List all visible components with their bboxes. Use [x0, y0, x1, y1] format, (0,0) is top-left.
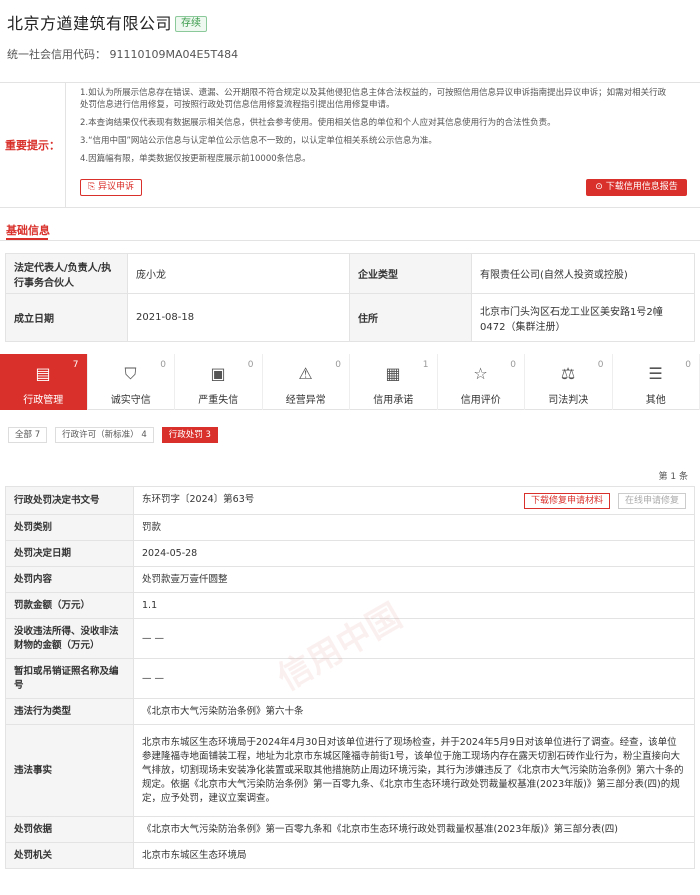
- detail-value: 北京市东城区生态环境局于2024年4月30日对该单位进行了现场检查，并于2024…: [133, 724, 695, 817]
- detail-value: — —: [133, 618, 695, 659]
- detail-value: 《北京市大气污染防治条例》第一百零九条和《北京市生态环境行政处罚裁量权基准(20…: [133, 816, 695, 843]
- detail-key: 没收违法所得、没收非法财物的金额（万元）: [5, 618, 134, 659]
- scale-icon: ⚖: [560, 364, 576, 383]
- tab-count: 0: [510, 360, 516, 370]
- notice-line-2: 2.本查询结果仅代表现有数据展示相关信息，供社会参考使用。使用相关信息的单位和个…: [80, 118, 556, 128]
- detail-value: 《北京市大气污染防治条例》第六十条: [133, 698, 695, 725]
- tab-commitment[interactable]: ▦ 1 信用承诺: [350, 354, 438, 410]
- page: 北京方遒建筑有限公司 存续 统一社会信用代码： 91110109MA04E5T4…: [0, 0, 700, 895]
- detail-key: 违法行为类型: [5, 698, 134, 725]
- detail-value: 东环罚字〔2024〕第63号 下载修复申请材料 在线申请修复: [133, 486, 695, 515]
- detail-key: 处罚内容: [5, 566, 134, 593]
- detail-key: 处罚决定日期: [5, 540, 134, 567]
- tab-count: 1: [422, 360, 429, 370]
- company-name: 北京方遒建筑有限公司: [7, 14, 173, 33]
- tab-count: 0: [160, 360, 166, 370]
- book-icon: ▦: [385, 364, 401, 383]
- tab-label: 经营异常: [285, 395, 326, 406]
- company-type-key: 企业类型: [349, 253, 472, 294]
- appeal-button[interactable]: ⎘ 异议申诉: [80, 179, 142, 196]
- penalty-detail-table: 行政处罚决定书文号 东环罚字〔2024〕第63号 下载修复申请材料 在线申请修复 处罚…: [5, 486, 695, 869]
- tab-serious[interactable]: ▣ 0 严重失信: [175, 354, 263, 410]
- detail-key: 罚款金额（万元）: [5, 592, 134, 619]
- filter-all[interactable]: 全部 7: [8, 427, 48, 443]
- detail-value: 处罚款壹万壹仟圆整: [133, 566, 695, 593]
- notice-title: 重要提示：: [0, 83, 66, 207]
- page-indicator: 第 1 条: [658, 472, 688, 482]
- tab-label: 严重失信: [198, 395, 239, 406]
- doc-number: 东环罚字〔2024〕第63号: [142, 493, 255, 505]
- appeal-icon: ⎘: [87, 182, 99, 192]
- tab-label: 行政管理: [23, 395, 64, 406]
- company-type-value: 有限责任公司(自然人投资或控股): [471, 253, 695, 294]
- tab-label: 其他: [645, 395, 666, 406]
- address-key: 住所: [349, 293, 472, 342]
- notice-line-1a: 1.如认为所展示信息存在错误、遗漏、公开期限不符合规定以及其他侵犯信息主体合法权…: [80, 88, 667, 98]
- detail-key: 处罚依据: [5, 816, 134, 843]
- notice-line-4: 4.因篇幅有限，单类数据仅按更新程度展示前10000条信息。: [80, 154, 311, 164]
- download-report-button[interactable]: ⊙ 下载信用信息报告: [586, 179, 687, 196]
- tab-label: 诚实守信: [110, 395, 151, 406]
- founded-value: 2021-08-18: [127, 293, 350, 342]
- detail-value: 1.1: [133, 592, 695, 619]
- divider: [0, 240, 700, 241]
- list-icon: ☰: [648, 364, 663, 383]
- tab-count: 0: [685, 360, 691, 370]
- alarm-icon: ⚠: [298, 364, 313, 383]
- tab-evaluation[interactable]: ☆ 0 信用评价: [438, 354, 525, 410]
- filter-penalty[interactable]: 行政处罚 3: [161, 427, 218, 443]
- filter-permit[interactable]: 行政许可（新标准） 4: [55, 427, 154, 443]
- tab-label: 信用承诺: [373, 395, 414, 406]
- appeal-label: 异议申诉: [98, 182, 135, 192]
- legal-rep-value: 庞小龙: [127, 253, 350, 294]
- legal-rep-key: 法定代表人/负责人/执行事务合伙人: [5, 253, 128, 294]
- notice-line-3: 3.“信用中国”网站公示信息与认定单位公示信息不一致的，以认定单位相关系统公示信…: [80, 136, 437, 146]
- tab-honesty[interactable]: ⛉ 0 诚实守信: [88, 354, 175, 410]
- company-header: 北京方遒建筑有限公司 存续 统一社会信用代码： 91110109MA04E5T4…: [0, 0, 700, 70]
- tab-label: 信用评价: [460, 395, 501, 406]
- detail-value: 北京市东城区生态环境局: [133, 842, 695, 869]
- tab-count: 7: [72, 360, 79, 370]
- tab-count: 0: [247, 360, 254, 370]
- detail-key: 暂扣或吊销证照名称及编号: [5, 658, 134, 699]
- bus-icon: ▣: [210, 364, 226, 383]
- status-badge: 存续: [175, 16, 207, 32]
- online-repair-button[interactable]: 在线申请修复: [617, 492, 686, 509]
- tab-count: 0: [335, 360, 341, 370]
- tab-count: 0: [597, 360, 604, 370]
- doc-icon: ▤: [35, 364, 51, 383]
- detail-value: 2024-05-28: [133, 540, 695, 567]
- download-label: 下载信用信息报告: [605, 182, 678, 192]
- tab-admin[interactable]: ▤ 7 行政管理: [0, 354, 88, 410]
- tab-other[interactable]: ☰ 0 其他: [613, 354, 700, 410]
- download-icon: ⊙: [595, 182, 606, 192]
- tab-abnormal[interactable]: ⚠ 0 经营异常: [263, 354, 350, 410]
- filter-chips: 全部 7 行政许可（新标准） 4 行政处罚 3: [8, 427, 218, 443]
- star-icon: ☆: [473, 364, 488, 383]
- section-title-basic: 基础信息: [6, 224, 50, 237]
- category-tabs: ▤ 7 行政管理 ⛉ 0 诚实守信 ▣ 0 严重失信 ⚠ 0 经营异常 ▦ 1 信用承诺 ☆ 0 信用评…: [0, 354, 700, 410]
- basic-info-table: 法定代表人/负责人/执行事务合伙人 庞小龙 企业类型 有限责任公司(自然人投资或…: [5, 253, 695, 342]
- notice-line-1b: 处罚信息进行信用修复，可按照行政处罚信息信用修复流程指引提出信用修复申请。: [80, 100, 395, 110]
- address-value: 北京市门头沟区石龙工业区美安路1号2幢0472（集群注册）: [471, 293, 695, 342]
- detail-key: 违法事实: [5, 724, 134, 817]
- credit-code: 统一社会信用代码： 91110109MA04E5T484: [7, 48, 239, 61]
- detail-key: 行政处罚决定书文号: [5, 486, 134, 515]
- detail-key: 处罚机关: [5, 842, 134, 869]
- detail-value: 罚款: [133, 514, 695, 541]
- section-underline: [6, 238, 48, 240]
- download-repair-button[interactable]: 下载修复申请材料: [523, 492, 610, 509]
- tab-judicial[interactable]: ⚖ 0 司法判决: [525, 354, 613, 410]
- tab-label: 司法判决: [548, 395, 589, 406]
- founded-key: 成立日期: [5, 293, 128, 342]
- detail-key: 处罚类别: [5, 514, 134, 541]
- shield-icon: ⛉: [124, 364, 137, 383]
- detail-value: — —: [133, 658, 695, 699]
